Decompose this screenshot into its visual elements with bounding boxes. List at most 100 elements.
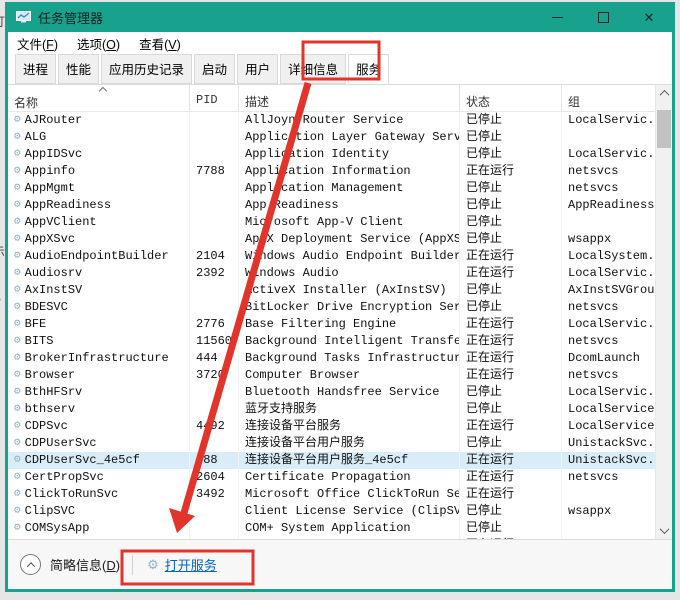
- service-group: DcomLaunch: [568, 351, 641, 365]
- scroll-up-button[interactable]: [656, 85, 672, 102]
- service-pid: [190, 231, 239, 248]
- scrollbar-thumb[interactable]: [657, 110, 671, 148]
- tab-进程[interactable]: 进程: [15, 54, 57, 84]
- service-row[interactable]: ⚙ AppXSvc AppX Deployment Service (AppXSVC…: [8, 231, 655, 248]
- service-name: BthHFSrv: [24, 385, 83, 399]
- service-row[interactable]: ⚙ AppIDSvc Application Identity 已停止 LocalSer…: [8, 146, 655, 163]
- service-pid: [190, 112, 239, 129]
- service-row[interactable]: ⚙ COMSysApp COM+ System Application 已停止: [8, 520, 655, 537]
- service-status: 正在运行: [460, 367, 562, 384]
- service-description: 连接设备平台用户服务: [239, 435, 460, 452]
- tab-性能[interactable]: 性能: [58, 54, 100, 84]
- service-row[interactable]: ⚙ CDPUserSvc_4e5cf 688 连接设备平台用户服务_4e5cf 正在运行…: [8, 452, 655, 469]
- service-row[interactable]: ⚙ AudioEndpointBuilder 2104 Windows Audio E…: [8, 248, 655, 265]
- service-row[interactable]: ⚙ Appinfo 7788 Application Information 正在运行 n…: [8, 163, 655, 180]
- menu-item[interactable]: 查看(V): [139, 34, 181, 53]
- service-status: 正在运行: [460, 316, 562, 333]
- service-group: UnistackSvc...: [568, 453, 655, 467]
- column-header-group[interactable]: 组: [562, 85, 655, 111]
- tab-应用历史记录[interactable]: 应用历史记录: [101, 54, 193, 84]
- service-pid: 4492: [190, 418, 239, 435]
- tab-详细信息[interactable]: 详细信息: [280, 54, 347, 84]
- service-row[interactable]: ⚙ AppMgmt Application Management 已停止 netsvcs: [8, 180, 655, 197]
- service-group: LocalSystem...: [568, 249, 655, 263]
- service-name: CDPSvc: [24, 419, 68, 433]
- tab-启动[interactable]: 启动: [194, 54, 236, 84]
- service-row[interactable]: ⚙ ClickToRunSvc 3492 Microsoft Office Click…: [8, 486, 655, 503]
- gear-icon: ⚙: [14, 386, 21, 398]
- service-row[interactable]: ⚙ ALG Application Layer Gateway Service 已停止: [8, 129, 655, 146]
- service-row[interactable]: ⚙ AJRouter AllJoyn Router Service 已停止 LocalS…: [8, 112, 655, 129]
- tab-用户[interactable]: 用户: [237, 54, 279, 84]
- service-name: AppReadiness: [24, 198, 112, 212]
- service-pid: 3720: [190, 367, 239, 384]
- service-group: LocalService: [568, 402, 655, 416]
- service-group: netsvcs: [568, 164, 619, 178]
- service-row[interactable]: ⚙ BthHFSrv Bluetooth Handsfree Service 已停止 L…: [8, 384, 655, 401]
- service-status: 已停止: [460, 197, 562, 214]
- service-row[interactable]: ⚙ Audiosrv 2392 Windows Audio 正在运行 LocalServi…: [8, 265, 655, 282]
- gear-icon: ⚙: [14, 199, 21, 211]
- service-row[interactable]: ⚙ BITS 11560 Background Intelligent Transfe…: [8, 333, 655, 350]
- close-button[interactable]: ✕: [626, 2, 672, 32]
- service-row[interactable]: ⚙ AppVClient Microsoft App-V Client 已停止: [8, 214, 655, 231]
- service-group: wsappx: [568, 232, 612, 246]
- service-pid: [190, 503, 239, 520]
- tab-服务[interactable]: 服务: [348, 54, 390, 84]
- maximize-button[interactable]: [580, 2, 626, 32]
- title-bar: 任务管理器 ✕: [8, 2, 672, 32]
- service-group: LocalServic...: [568, 385, 655, 399]
- fewer-details-button[interactable]: [20, 554, 41, 575]
- service-row[interactable]: ⚙ Browser 3720 Computer Browser 正在运行 netsvcs: [8, 367, 655, 384]
- column-header-pid[interactable]: PID: [190, 85, 239, 111]
- service-status: 正在运行: [460, 469, 562, 486]
- service-name: AJRouter: [24, 113, 83, 127]
- vertical-scrollbar[interactable]: [655, 85, 672, 539]
- service-row[interactable]: ⚙ BFE 2776 Base Filtering Engine 正在运行 LocalSe…: [8, 316, 655, 333]
- service-pid: [190, 435, 239, 452]
- service-status: 已停止: [460, 503, 562, 520]
- service-row[interactable]: ⚙ AxInstSV ActiveX Installer (AxInstSV) 已停止…: [8, 282, 655, 299]
- service-row[interactable]: ⚙ CDPSvc 4492 连接设备平台服务 正在运行 LocalService: [8, 418, 655, 435]
- gear-icon: ⚙: [14, 522, 21, 534]
- service-row[interactable]: ⚙ bthserv 蓝牙支持服务 已停止 LocalService: [8, 401, 655, 418]
- service-row[interactable]: ⚙ BDESVC BitLocker Drive Encryption Ser...…: [8, 299, 655, 316]
- scrollbar-track[interactable]: [656, 102, 672, 522]
- service-row[interactable]: ⚙ CertPropSvc 2604 Certificate Propagation 正…: [8, 469, 655, 486]
- service-name: BITS: [24, 334, 54, 348]
- scroll-down-button[interactable]: [656, 522, 672, 539]
- open-services-link[interactable]: ⚙ 打开服务: [147, 555, 217, 574]
- service-group: netsvcs: [568, 368, 619, 382]
- service-name: AxInstSV: [24, 283, 83, 297]
- service-group: [562, 214, 655, 231]
- service-description: COM+ System Application: [239, 520, 460, 537]
- service-group: LocalServic...: [568, 113, 655, 127]
- task-manager-window: 任务管理器 ✕ 文件(F) 选项(O) 查看(V) 进程 性能 应用历史记录 启动 用户 详细…: [5, 2, 675, 592]
- status-bar: 简略信息(D) ⚙ 打开服务: [8, 539, 672, 589]
- service-name: CDPUserSvc: [24, 436, 97, 450]
- service-group: LocalServic...: [568, 147, 655, 161]
- column-header-status[interactable]: 状态: [460, 85, 562, 111]
- service-row[interactable]: ⚙ BrokerInfrastructure 444 Background Tasks…: [8, 350, 655, 367]
- service-group: wsappx: [568, 504, 612, 518]
- service-description: Bluetooth Handsfree Service: [239, 384, 460, 401]
- service-row[interactable]: ⚙ AppReadiness App Readiness 已停止 AppReadines…: [8, 197, 655, 214]
- gear-icon: ⚙: [14, 488, 21, 500]
- chevron-down-icon: [659, 524, 669, 535]
- service-pid: [190, 129, 239, 146]
- service-pid: 444: [190, 350, 239, 367]
- service-name: BFE: [24, 317, 47, 331]
- gear-icon: ⚙: [14, 403, 21, 415]
- service-row[interactable]: ⚙CDPUserSvc 连接设备平台用户服务已停止 UnistackSvc...: [8, 435, 655, 452]
- menu-item[interactable]: 文件(F): [17, 34, 58, 53]
- service-row[interactable]: ⚙ ClipSVC Client License Service (ClipSVC)…: [8, 503, 655, 520]
- service-pid: [190, 282, 239, 299]
- chevron-up-icon: [26, 561, 35, 571]
- column-header-description[interactable]: 描述: [239, 85, 460, 111]
- service-group: [562, 520, 655, 537]
- menu-item[interactable]: 选项(O): [77, 34, 120, 53]
- service-status: 已停止: [460, 282, 562, 299]
- service-group: AppReadiness: [568, 198, 655, 212]
- service-name: AppVClient: [24, 215, 97, 229]
- minimize-button[interactable]: [534, 2, 580, 32]
